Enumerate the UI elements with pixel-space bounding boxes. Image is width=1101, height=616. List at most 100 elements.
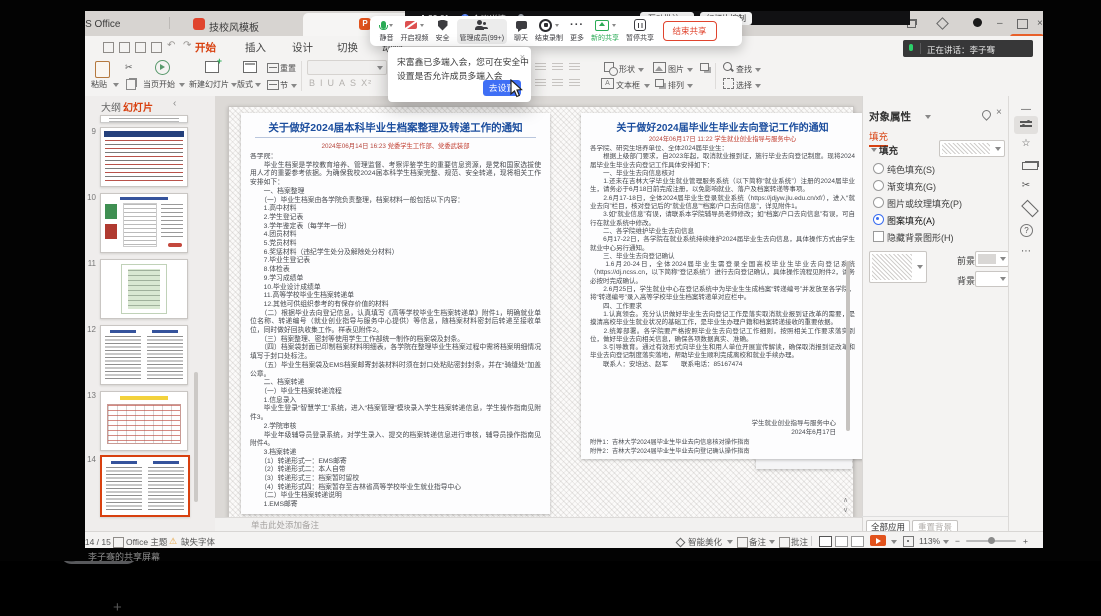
foreground-color-dropdown[interactable] bbox=[975, 251, 1009, 267]
maximize-button[interactable] bbox=[1017, 19, 1028, 29]
zoom-out-button[interactable]: − bbox=[955, 536, 960, 546]
format-letter[interactable]: U bbox=[328, 78, 336, 88]
comment-button[interactable]: 批注 bbox=[791, 536, 808, 548]
reset-icon[interactable] bbox=[267, 63, 279, 73]
insert-more-icon[interactable] bbox=[700, 63, 709, 71]
undo-icon[interactable]: ↶ bbox=[167, 40, 175, 51]
format-letter[interactable]: A bbox=[339, 78, 346, 88]
reading-view-icon[interactable] bbox=[851, 536, 864, 547]
object-properties-icon-active[interactable] bbox=[1014, 116, 1038, 134]
more-tools-icon[interactable]: ⋯ bbox=[1019, 246, 1033, 257]
document-image-right[interactable]: 关于做好2024届毕业生毕业去向登记工作的通知 2024年06月17日 11:2… bbox=[581, 113, 862, 459]
textbox-icon[interactable]: A bbox=[601, 78, 614, 89]
new-slide-button[interactable]: 新建幻灯片 bbox=[189, 79, 229, 90]
slide-thumbnail-10[interactable] bbox=[100, 193, 188, 253]
chat-button[interactable]: 聊天 bbox=[514, 20, 528, 43]
canvas-scrollbar[interactable] bbox=[846, 261, 850, 431]
notes-area[interactable]: 单击此处添加备注 bbox=[215, 517, 862, 532]
menu-insert[interactable]: 插入 bbox=[245, 40, 266, 55]
tab-template[interactable]: 技校风模板 bbox=[175, 13, 295, 36]
end-share-button[interactable]: 结束共享 bbox=[663, 21, 717, 41]
more-button[interactable]: ··· 更多 bbox=[570, 20, 584, 43]
menu-design[interactable]: 设计 bbox=[292, 40, 313, 55]
play-from-current-button[interactable]: 当页开始 bbox=[143, 79, 175, 90]
textbox-button[interactable]: 文本框 bbox=[616, 80, 640, 91]
print-icon[interactable] bbox=[135, 42, 146, 53]
new-slide-icon[interactable] bbox=[205, 61, 219, 73]
pause-share-button[interactable]: 暂停共享 bbox=[626, 20, 654, 43]
checkbox-icon[interactable] bbox=[873, 231, 884, 242]
manage-members-button[interactable]: 管理成员(99+) bbox=[457, 19, 508, 44]
notes-button[interactable]: 备注 bbox=[749, 536, 766, 548]
preview-icon[interactable] bbox=[151, 42, 162, 53]
arrange-button[interactable]: 排列 bbox=[668, 80, 684, 91]
slide-thumbnail-14-selected[interactable] bbox=[100, 455, 190, 517]
slide-thumbnail-11[interactable] bbox=[100, 259, 188, 319]
arrange-icon[interactable] bbox=[655, 79, 664, 87]
play-options-icon[interactable] bbox=[891, 540, 897, 544]
add-slide-button[interactable]: + bbox=[113, 599, 122, 616]
copy-icon[interactable] bbox=[126, 79, 136, 90]
font-name-select[interactable] bbox=[307, 60, 387, 75]
switch-panel-icon[interactable] bbox=[1022, 162, 1038, 170]
redo-icon[interactable]: ↷ bbox=[183, 40, 191, 51]
start-video-button[interactable]: 开启视频 bbox=[401, 20, 429, 43]
cut-icon[interactable]: ✂ bbox=[125, 62, 133, 73]
background-color-dropdown[interactable] bbox=[975, 271, 1009, 287]
shape-icon[interactable] bbox=[604, 62, 614, 72]
section-button[interactable]: 节 bbox=[280, 80, 288, 91]
format-letter[interactable]: S bbox=[350, 78, 357, 88]
sorter-view-icon[interactable] bbox=[835, 536, 848, 547]
close-button[interactable]: × bbox=[1037, 18, 1043, 30]
select-icon[interactable] bbox=[723, 78, 734, 89]
design-material-icon[interactable] bbox=[1021, 200, 1039, 218]
reset-button[interactable]: 重置 bbox=[280, 63, 296, 74]
previous-slide-icon[interactable]: ∧ bbox=[843, 496, 848, 504]
pattern-gallery-dropdown[interactable] bbox=[869, 251, 927, 283]
pin-icon[interactable] bbox=[980, 108, 993, 121]
output-icon[interactable] bbox=[119, 42, 130, 53]
minimize-button[interactable]: – bbox=[997, 18, 1003, 30]
normal-view-icon[interactable] bbox=[819, 536, 832, 547]
document-image-left[interactable]: 关于做好2024届本科毕业生档案整理及转递工作的通知 2024年06月14日 1… bbox=[241, 113, 550, 514]
next-slide-icon[interactable]: ∨ bbox=[843, 506, 848, 514]
beautify-button[interactable]: 智能美化 bbox=[688, 536, 722, 548]
radio-icon-selected[interactable] bbox=[873, 214, 884, 225]
picture-icon[interactable] bbox=[653, 62, 666, 73]
record-indicator-icon[interactable] bbox=[973, 18, 982, 27]
find-button[interactable]: 查找 bbox=[736, 64, 752, 75]
fill-style-dropdown[interactable] bbox=[939, 140, 1005, 157]
mute-button[interactable]: 静音 bbox=[380, 20, 394, 43]
new-share-button[interactable]: 新的共享 bbox=[591, 20, 619, 43]
effects-star-icon[interactable]: ☆ bbox=[1019, 138, 1033, 149]
layout-button[interactable]: 版式 bbox=[237, 79, 253, 90]
paste-button[interactable]: 粘贴 bbox=[91, 79, 107, 90]
section-icon[interactable] bbox=[267, 80, 279, 90]
zoom-in-button[interactable]: + bbox=[1023, 536, 1028, 546]
slide-thumbnail-9[interactable] bbox=[100, 127, 188, 187]
security-button[interactable]: 安全 bbox=[436, 20, 450, 43]
save-icon[interactable] bbox=[103, 42, 114, 53]
select-button[interactable]: 选择 bbox=[736, 80, 752, 91]
radio-icon[interactable] bbox=[873, 197, 884, 208]
slide-thumbnail-13[interactable] bbox=[100, 391, 188, 451]
play-from-current-icon[interactable] bbox=[155, 60, 170, 75]
slide-thumbnail-12[interactable] bbox=[100, 325, 188, 385]
slide-thumbnail-partial[interactable] bbox=[100, 115, 188, 123]
radio-icon[interactable] bbox=[873, 163, 884, 174]
tab-outline[interactable]: 大纲 bbox=[101, 99, 121, 114]
layout-icon[interactable] bbox=[243, 61, 257, 73]
format-letter[interactable]: X² bbox=[361, 78, 372, 88]
zoom-slider-knob[interactable] bbox=[988, 537, 995, 544]
collapse-strip-icon[interactable]: — bbox=[1019, 104, 1033, 115]
missing-font-label[interactable]: 缺失字体 bbox=[181, 536, 215, 548]
menu-transition[interactable]: 切换 bbox=[337, 40, 358, 55]
fit-window-icon[interactable] bbox=[903, 536, 914, 547]
close-panel-icon[interactable]: × bbox=[996, 107, 1002, 118]
paste-icon[interactable] bbox=[95, 61, 110, 78]
sidebar-scrollbar[interactable] bbox=[194, 372, 198, 502]
format-letter[interactable]: I bbox=[320, 78, 324, 88]
theme-label[interactable]: Office 主题 bbox=[126, 536, 167, 548]
picture-button[interactable]: 图片 bbox=[668, 64, 684, 75]
zoom-level[interactable]: 113% bbox=[919, 536, 940, 546]
